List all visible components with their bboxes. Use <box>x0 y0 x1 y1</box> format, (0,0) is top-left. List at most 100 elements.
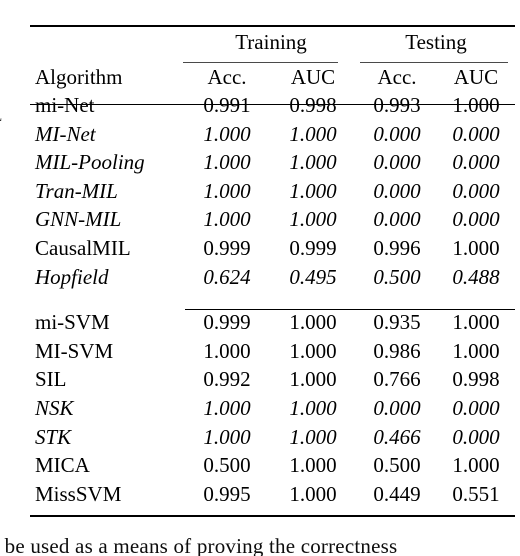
cell-testing-auc: 0.000 <box>452 207 500 232</box>
cell-algorithm-name: NSK <box>35 395 74 420</box>
cell-training-acc: 1.000 <box>203 338 251 363</box>
cell-testing-acc: 0.993 <box>373 93 421 117</box>
header-testing-auc: AUC <box>453 64 499 89</box>
header-testing-acc: Acc. <box>377 64 417 89</box>
cell-training-acc: 0.500 <box>203 453 251 478</box>
cell-testing-acc: 0.996 <box>373 235 421 260</box>
cell-testing-auc: 1.000 <box>452 235 500 260</box>
cell-training-acc: 0.992 <box>203 367 251 392</box>
cell-testing-auc: 0.998 <box>452 367 500 392</box>
table-row: Tran-MIL 1.000 1.000 0.000 0.000 <box>30 178 515 210</box>
cell-training-acc: 0.999 <box>203 310 251 335</box>
cell-algorithm-name: STK <box>35 424 72 449</box>
header-training-auc: AUC <box>290 64 336 89</box>
cell-training-acc: 1.000 <box>203 207 251 232</box>
cell-testing-auc: 1.000 <box>452 453 500 478</box>
cell-testing-acc: 0.000 <box>373 150 421 175</box>
cell-testing-acc: 0.935 <box>373 310 421 335</box>
margin-text-fragment: p <box>0 256 1 271</box>
table-row: GNN-MIL 1.000 1.000 0.000 0.000 <box>30 209 515 238</box>
cell-algorithm-name: MissSVM <box>35 481 122 506</box>
cell-testing-auc: 0.000 <box>452 178 500 203</box>
cell-algorithm-name: Tran-MIL <box>35 178 118 203</box>
header-group-spacer <box>30 25 185 59</box>
cell-training-auc: 1.000 <box>289 453 337 478</box>
cell-training-auc: 1.000 <box>289 178 337 203</box>
cell-testing-acc: 0.449 <box>373 481 421 506</box>
cell-algorithm-name: mi-SVM <box>35 310 110 335</box>
cell-training-auc: 1.000 <box>289 150 337 175</box>
cell-training-acc: 0.991 <box>203 93 251 117</box>
cell-training-acc: 0.624 <box>203 264 251 289</box>
cell-training-auc: 0.998 <box>289 93 337 117</box>
table-row: MI-SVM 1.000 1.000 0.986 1.000 <box>30 338 515 370</box>
cell-algorithm-name: CausalMIL <box>35 235 131 260</box>
table-row: mi-SVM 0.999 1.000 0.935 1.000 <box>30 312 515 341</box>
body-text-line-content: f be used as a means of proving the corr… <box>0 534 398 556</box>
cell-training-auc: 1.000 <box>289 481 337 506</box>
cell-testing-acc: 0.000 <box>373 207 421 232</box>
margin-text-fragment: L <box>0 110 2 125</box>
cell-testing-acc: 0.000 <box>373 121 421 146</box>
cell-testing-auc: 1.000 <box>452 338 500 363</box>
table-row: MICA 0.500 1.000 0.500 1.000 <box>30 455 515 484</box>
cell-training-auc: 1.000 <box>289 310 337 335</box>
cell-algorithm-name: mi-Net <box>35 93 95 117</box>
table-row: mi-Net 0.991 0.998 0.993 1.000 <box>30 95 515 124</box>
header-algorithm: Algorithm <box>35 64 123 89</box>
table-row: Hopfield 0.624 0.495 0.500 0.488 <box>30 264 515 296</box>
cell-training-auc: 0.495 <box>289 264 337 289</box>
cell-training-acc: 1.000 <box>203 121 251 146</box>
cell-training-auc: 1.000 <box>289 367 337 392</box>
cell-training-acc: 0.995 <box>203 481 251 506</box>
cell-testing-auc: 0.000 <box>452 395 500 420</box>
cell-training-auc: 1.000 <box>289 121 337 146</box>
cell-testing-auc: 0.551 <box>452 481 500 506</box>
table-section-svm: mi-SVM 0.999 1.000 0.935 1.000 MI-SVM 1.000 1.0… <box>30 312 515 512</box>
header-subcolumn-row: Algorithm Acc. AUC Acc. AUC <box>30 59 515 95</box>
cell-algorithm-name: SIL <box>35 367 67 392</box>
cell-training-acc: 1.000 <box>203 150 251 175</box>
table-header: Training Testing Algorithm Acc. AUC Acc.… <box>30 25 515 95</box>
cell-training-acc: 1.000 <box>203 178 251 203</box>
cell-training-acc: 1.000 <box>203 395 251 420</box>
cell-training-acc: 0.999 <box>203 235 251 260</box>
cell-testing-acc: 0.986 <box>373 338 421 363</box>
column-group-testing: Testing <box>405 29 467 54</box>
cell-testing-acc: 0.466 <box>373 424 421 449</box>
cell-algorithm-name: MI-SVM <box>35 338 114 363</box>
cell-testing-auc: 0.488 <box>452 264 500 289</box>
cell-testing-acc: 0.500 <box>373 453 421 478</box>
table-section-neural: mi-Net 0.991 0.998 0.993 1.000 MI-Net 1.000 1.0… <box>30 95 515 295</box>
cell-training-auc: 1.000 <box>289 424 337 449</box>
column-group-training: Training <box>235 29 307 54</box>
cell-training-auc: 0.999 <box>289 235 337 260</box>
table-row: NSK 1.000 1.000 0.000 0.000 <box>30 398 515 427</box>
cell-testing-auc: 0.000 <box>452 150 500 175</box>
cell-algorithm-name: MI-Net <box>35 121 96 146</box>
cell-training-auc: 1.000 <box>289 395 337 420</box>
cell-testing-acc: 0.000 <box>373 395 421 420</box>
header-training-acc: Acc. <box>207 64 247 89</box>
left-margin-fragments: .!-.L|'s,p.astssi-. <box>0 0 14 556</box>
table-row: MissSVM 0.995 1.000 0.449 0.551 <box>30 481 515 513</box>
cell-testing-acc: 0.766 <box>373 367 421 392</box>
cell-testing-auc: 1.000 <box>452 93 500 117</box>
cell-testing-auc: 1.000 <box>452 310 500 335</box>
header-group-row: Training Testing <box>30 25 515 59</box>
cell-algorithm-name: Hopfield <box>35 264 109 289</box>
cell-algorithm-name: MICA <box>35 453 90 478</box>
table-bottom-rule <box>30 515 515 518</box>
table-row: SIL 0.992 1.000 0.766 0.998 <box>30 369 515 398</box>
body-text-line: f be used as a means of proving the corr… <box>0 534 520 556</box>
table-row: CausalMIL 0.999 0.999 0.996 1.000 <box>30 238 515 267</box>
cell-training-auc: 1.000 <box>289 207 337 232</box>
cell-training-auc: 1.000 <box>289 338 337 363</box>
cell-testing-auc: 0.000 <box>452 424 500 449</box>
results-table: Training Testing Algorithm Acc. AUC Acc.… <box>30 25 515 512</box>
table-row: MIL-Pooling 1.000 1.000 0.000 0.000 <box>30 152 515 181</box>
cell-testing-acc: 0.000 <box>373 178 421 203</box>
cell-training-acc: 1.000 <box>203 424 251 449</box>
cell-algorithm-name: GNN-MIL <box>35 207 122 232</box>
cell-algorithm-name: MIL-Pooling <box>35 150 145 175</box>
